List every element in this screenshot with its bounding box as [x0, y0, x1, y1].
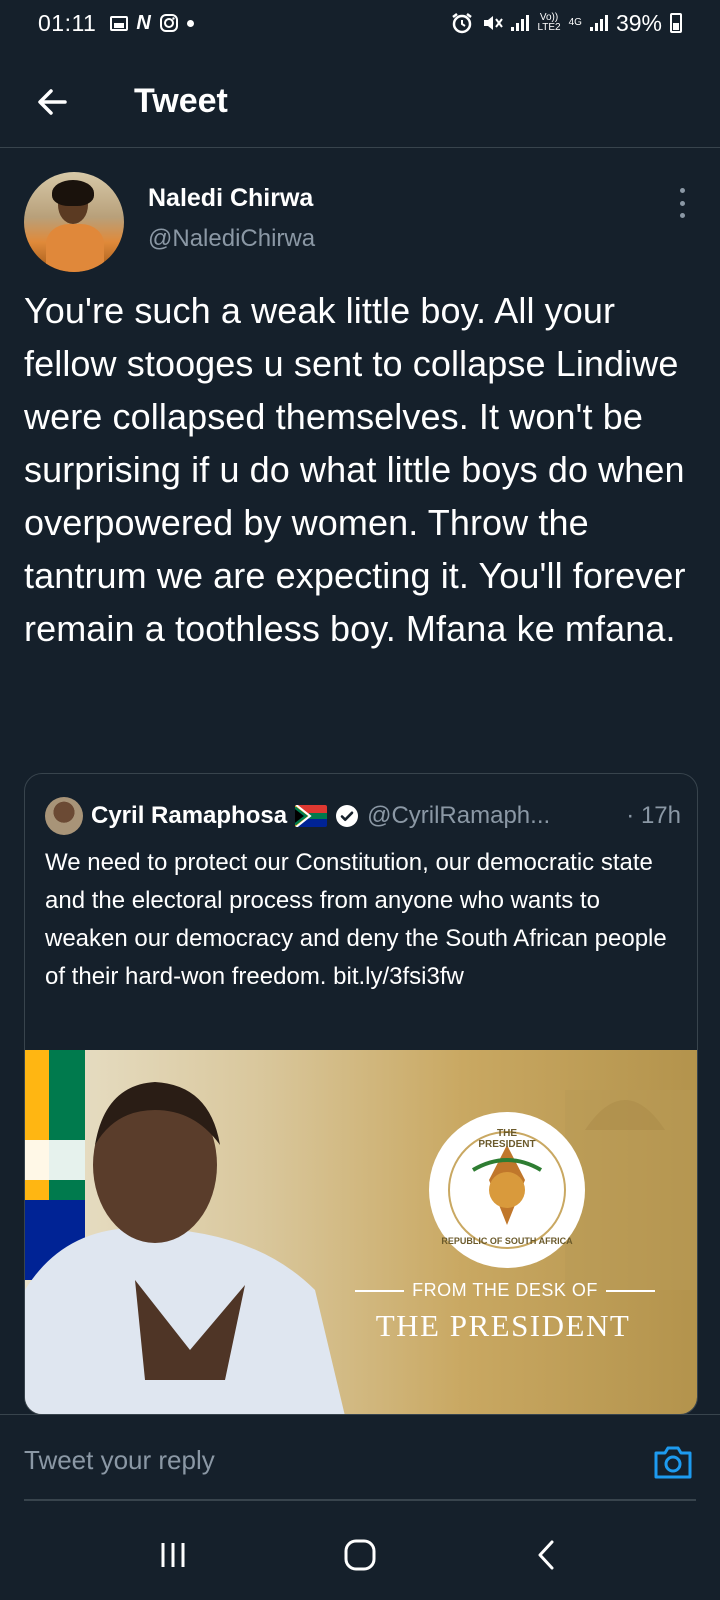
home-button[interactable]	[330, 1525, 390, 1585]
quoted-author-name: Cyril Ramaphosa	[91, 802, 288, 829]
netflix-icon: N	[136, 12, 151, 34]
recent-apps-button[interactable]	[143, 1525, 203, 1585]
reply-underline	[24, 1499, 696, 1501]
system-navigation-bar	[0, 1510, 720, 1600]
top-app-bar: Tweet	[0, 56, 720, 148]
quoted-author-avatar	[45, 797, 83, 835]
back-nav-button[interactable]	[517, 1525, 577, 1585]
back-button[interactable]	[22, 72, 82, 132]
quoted-tweet-image[interactable]: THE PRESIDENT REPUBLIC OF SOUTH AFRICA F…	[25, 1050, 697, 1414]
caption-small-row: FROM THE DESK OF	[355, 1280, 655, 1301]
quoted-tweet[interactable]: Cyril Ramaphosa @CyrilRamaph... · 17h We…	[24, 773, 698, 1415]
quoted-author-handle: @CyrilRamaph...	[367, 802, 551, 829]
tweet-text: You're such a weak little boy. All your …	[24, 290, 686, 649]
volte-label: Vo)) LTE2	[537, 12, 561, 33]
author-handle[interactable]: @NalediChirwa	[148, 225, 315, 253]
more-notifications-dot	[186, 19, 194, 27]
verified-badge-icon	[336, 805, 359, 827]
alarm-icon	[452, 13, 473, 34]
president-desk-graphic	[25, 1050, 697, 1414]
tweet-author: Naledi Chirwa @NalediChirwa	[24, 172, 696, 272]
chevron-left-icon	[538, 1540, 554, 1570]
notification-icons: N	[110, 12, 194, 34]
arrow-left-icon	[38, 88, 67, 115]
page-title: Tweet	[134, 82, 228, 120]
instagram-icon	[159, 14, 178, 32]
author-display-name[interactable]: Naledi Chirwa	[148, 184, 315, 213]
caption-small: FROM THE DESK OF	[412, 1280, 598, 1300]
camera-icon[interactable]	[652, 1441, 694, 1481]
caption-large: THE PRESIDENT	[375, 1308, 631, 1343]
seal-bottom-text: REPUBLIC OF SOUTH AFRICA	[441, 1236, 573, 1246]
caption-rule-left	[355, 1289, 405, 1292]
seal-top-text: THE PRESIDENT	[478, 1128, 536, 1150]
battery-percent: 39%	[615, 9, 662, 36]
system-icons: Vo)) LTE2 4G 39%	[451, 10, 682, 37]
gallery-icon	[110, 15, 129, 31]
quoted-tweet-header: Cyril Ramaphosa @CyrilRamaph... · 17h	[45, 796, 681, 836]
quoted-tweet-text: We need to protect our Constitution, our…	[45, 849, 667, 990]
reply-bar: Tweet your reply	[0, 1414, 720, 1504]
battery-icon	[670, 13, 682, 33]
author-avatar[interactable]	[24, 172, 124, 272]
wifi-signal-icon	[511, 15, 530, 31]
recent-apps-icon	[161, 1543, 185, 1567]
reply-input[interactable]: Tweet your reply	[24, 1445, 215, 1476]
south-africa-flag-icon	[295, 805, 328, 827]
home-icon	[344, 1539, 376, 1571]
mute-icon	[484, 16, 504, 30]
quoted-tweet-time: · 17h	[626, 802, 681, 829]
status-bar: 01:11 N Vo)) LTE2 4G 39%	[0, 0, 720, 46]
network-type-label: 4G	[568, 17, 582, 28]
status-time: 01:11	[38, 9, 97, 36]
caption-rule-right	[605, 1289, 655, 1292]
more-options-icon[interactable]	[672, 188, 692, 218]
cell-signal-icon	[589, 15, 608, 31]
